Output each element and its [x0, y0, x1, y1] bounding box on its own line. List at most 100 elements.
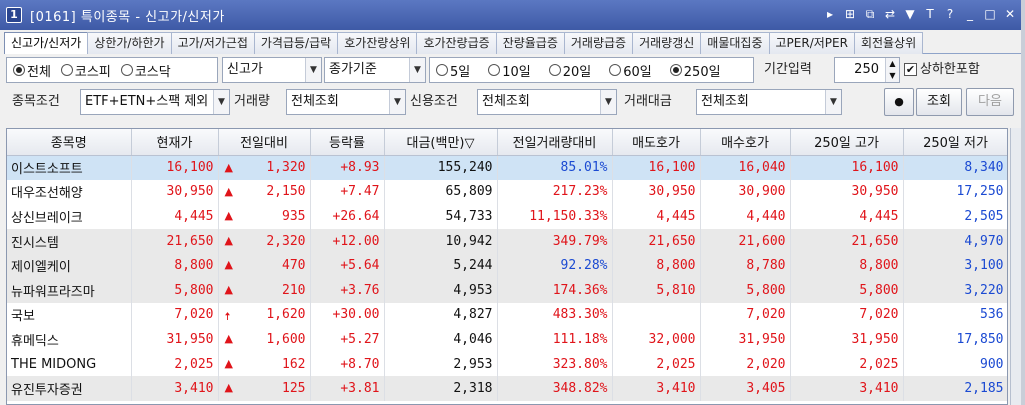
- link-arrow-icon[interactable]: ▸: [823, 6, 837, 22]
- volume-select[interactable]: 전체조회 ▼: [286, 89, 406, 115]
- high-cell: 30,950: [790, 179, 904, 205]
- maximize-icon[interactable]: □: [983, 6, 997, 22]
- up-arrow-icon: ▲: [224, 233, 233, 247]
- radio-period-5[interactable]: 5일: [436, 61, 470, 80]
- column-header[interactable]: 전일대비: [218, 129, 311, 156]
- column-header[interactable]: 종목명: [7, 129, 132, 156]
- table-row[interactable]: 뉴파워프라즈마 5,800 ▲ 210 +3.76 4,953 174.36% 5,810 5,…: [7, 277, 1007, 303]
- search-button[interactable]: 조회: [916, 88, 962, 116]
- tab-order-balance-surge[interactable]: 호가잔량급증: [416, 32, 497, 54]
- radio-dot: [13, 64, 25, 76]
- change-cell: ▲ 935: [218, 204, 311, 229]
- radio-period-10[interactable]: 10일: [488, 61, 531, 80]
- swap-icon[interactable]: ⇄: [883, 6, 897, 22]
- amount-label: 거래대금: [624, 94, 672, 109]
- radio-dot: [488, 64, 501, 76]
- column-header[interactable]: 250일 저가: [903, 129, 1007, 156]
- next-button[interactable]: 다음: [966, 88, 1014, 116]
- table-row[interactable]: THE MIDONG 2,025 ▲ 162 +8.70 2,953 323.80% 2,02…: [7, 351, 1007, 377]
- tab-volume-renewal[interactable]: 거래량갱신: [632, 32, 702, 54]
- table-row[interactable]: 이스트소프트 16,100 ▲ 1,320 +8.93 155,240 85.01% 16,1…: [7, 155, 1007, 180]
- title-bar[interactable]: 1 [0161] 특이종목 - 신고가/신저가 ▸ ⊞ ⧉ ⇄ ▼ T ? _ …: [0, 0, 1025, 30]
- font-size-icon[interactable]: T: [923, 6, 937, 22]
- radio-label: 5일: [450, 64, 471, 80]
- change-cell: ▲ 162: [218, 351, 311, 377]
- change-value: 2,150: [266, 184, 306, 200]
- window-title: [0161] 특이종목 - 신고가/신저가: [30, 9, 225, 25]
- table-row[interactable]: 국보 7,020 🠅 1,620 +30.00 4,827 483.30% 7,020 7,02…: [7, 302, 1007, 328]
- tab-order-balance-top[interactable]: 호가잔량상위: [337, 32, 418, 54]
- help-icon[interactable]: ?: [943, 6, 957, 22]
- table-row[interactable]: 휴메딕스 31,950 ▲ 1,600 +5.27 4,046 111.18% 32,000 3…: [7, 327, 1007, 352]
- radio-period-20[interactable]: 20일: [548, 61, 591, 80]
- column-header[interactable]: 250일 고가: [790, 129, 904, 156]
- up-arrow-icon: 🠅: [224, 309, 231, 323]
- rate-cell: +5.64: [310, 253, 385, 278]
- column-header[interactable]: 매수호가: [700, 129, 791, 156]
- column-header[interactable]: 전일거래량대비: [497, 129, 613, 156]
- limit-checkbox[interactable]: ✔: [904, 63, 917, 76]
- vol-ratio-cell: 174.36%: [497, 277, 613, 303]
- high-cell: 16,100: [790, 155, 904, 180]
- credit-select[interactable]: 전체조회 ▼: [477, 89, 617, 115]
- low-cell: 3,100: [903, 253, 1007, 278]
- type-select[interactable]: 신고가 ▼: [222, 57, 322, 83]
- bid-cell: 2,020: [700, 351, 791, 377]
- radio-market-kosdaq[interactable]: 코스닥: [120, 61, 171, 80]
- column-header[interactable]: 대금(백만)▽: [384, 129, 498, 156]
- period-radio-group: 5일 10일 20일 60일 250일: [429, 57, 754, 83]
- filter-row-2: 종목조건 ETF+ETN+스팩 제외 ▼ 거래량 전체조회 ▼ 신용조건 전체조…: [4, 87, 1021, 117]
- table-row[interactable]: 유진투자증권 3,410 ▲ 125 +3.81 2,318 348.82% 3,410 3,4…: [7, 376, 1007, 401]
- change-value: 935: [282, 208, 306, 224]
- tab-price-surge[interactable]: 가격급등/급락: [253, 32, 339, 54]
- table-row[interactable]: 대우조선해양 30,950 ▲ 2,150 +7.47 65,809 217.23% 30,9…: [7, 179, 1007, 205]
- tab-balance-rate-surge[interactable]: 잔량율급증: [495, 32, 565, 54]
- up-arrow-icon: ▲: [224, 258, 233, 272]
- tab-near-high-low[interactable]: 고가/저가근접: [170, 32, 255, 54]
- radio-label: 250일: [683, 64, 721, 80]
- tab-turnover-top[interactable]: 회전율상위: [853, 32, 924, 54]
- basis-select[interactable]: 종가기준 ▼: [324, 57, 426, 83]
- radio-market-kospi[interactable]: 코스피: [60, 61, 111, 80]
- radio-label: 코스피: [74, 64, 111, 80]
- column-header[interactable]: 현재가: [131, 129, 219, 156]
- low-cell: 8,340: [903, 155, 1007, 180]
- pin-down-icon[interactable]: ▼: [903, 6, 917, 22]
- radio-period-250[interactable]: 250일: [669, 61, 721, 80]
- price-cell: 16,100: [131, 155, 219, 180]
- vertical-scrollbar[interactable]: [1010, 128, 1021, 405]
- tab-supply-concentration[interactable]: 매물대집중: [700, 32, 770, 54]
- price-cell: 8,800: [131, 253, 219, 278]
- radio-label: 10일: [502, 64, 531, 80]
- table-row[interactable]: 진시스템 21,650 ▲ 2,320 +12.00 10,942 349.79% 21,65…: [7, 228, 1007, 254]
- rate-cell: +3.81: [310, 376, 385, 401]
- minimize-icon[interactable]: _: [963, 6, 977, 22]
- stock-condition-select[interactable]: ETF+ETN+스팩 제외 ▼: [80, 89, 230, 115]
- tab-limit-up-down[interactable]: 상한가/하한가: [87, 32, 172, 54]
- copy-window-icon[interactable]: ⧉: [863, 6, 877, 22]
- vol-ratio-cell: 85.01%: [497, 155, 613, 180]
- period-input[interactable]: 250 ▲ ▼: [834, 57, 900, 83]
- chevron-down-icon: ▼: [825, 90, 841, 114]
- high-cell: 21,650: [790, 228, 904, 254]
- table-row[interactable]: 상신브레이크 4,445 ▲ 935 +26.64 54,733 11,150.33% 4,4…: [7, 204, 1007, 229]
- tab-per[interactable]: 고PER/저PER: [768, 32, 855, 54]
- table-row[interactable]: 제이엘케이 8,800 ▲ 470 +5.64 5,244 92.28% 8,800 8,780…: [7, 253, 1007, 278]
- settings-toggle-button[interactable]: ●: [884, 88, 914, 116]
- amount-cell: 54,733: [384, 204, 498, 229]
- column-header[interactable]: 등락률: [310, 129, 385, 156]
- tab-volume-surge[interactable]: 거래량급증: [563, 32, 634, 54]
- radio-market-all[interactable]: 전체: [13, 61, 51, 80]
- change-cell: ▲ 2,320: [218, 228, 311, 254]
- screen-icon[interactable]: ⊞: [843, 6, 857, 22]
- close-icon[interactable]: ✕: [1003, 6, 1017, 22]
- amount-select[interactable]: 전체조회 ▼: [696, 89, 842, 115]
- ask-cell: 3,410: [612, 376, 701, 401]
- column-header[interactable]: 매도호가: [612, 129, 701, 156]
- stock-window: 1 [0161] 특이종목 - 신고가/신저가 ▸ ⊞ ⧉ ⇄ ▼ T ? _ …: [0, 0, 1025, 405]
- radio-period-60[interactable]: 60일: [609, 61, 652, 80]
- spinner-icon[interactable]: ▲ ▼: [885, 58, 899, 82]
- credit-select-value: 전체조회: [482, 94, 530, 109]
- radio-dot: [60, 64, 73, 76]
- tab-new-high-low[interactable]: 신고가/신저가: [4, 32, 89, 54]
